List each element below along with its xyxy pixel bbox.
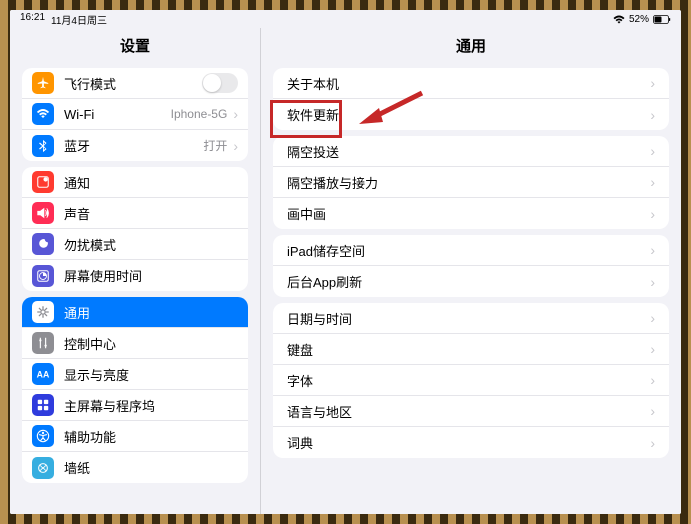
menu-item-label: 词典 — [287, 433, 650, 452]
menu-item[interactable]: 隔空投送› — [273, 136, 669, 167]
chevron-right-icon: › — [650, 174, 655, 190]
menu-item[interactable]: 词典› — [273, 427, 669, 458]
menu-item[interactable]: 画中画› — [273, 198, 669, 229]
sidebar-item-notification[interactable]: 通知 — [22, 167, 248, 198]
sidebar-item-label: 显示与亮度 — [64, 365, 238, 384]
menu-item-label: iPad储存空间 — [287, 241, 650, 260]
sidebar-item-label: 勿扰模式 — [64, 235, 238, 254]
menu-item-label: 关于本机 — [287, 74, 650, 93]
sidebar-item-label: 辅助功能 — [64, 427, 238, 446]
status-time: 16:21 — [20, 12, 45, 27]
battery-icon — [653, 15, 671, 24]
menu-item-label: 软件更新 — [287, 105, 650, 124]
menu-item[interactable]: 字体› — [273, 365, 669, 396]
menu-item-label: 日期与时间 — [287, 309, 650, 328]
menu-item-label: 语言与地区 — [287, 402, 650, 421]
sidebar-item-airplane[interactable]: 飞行模式 — [22, 68, 248, 99]
sidebar-item-accessibility[interactable]: 辅助功能 — [22, 421, 248, 452]
sidebar-item-wifi[interactable]: Wi-FiIphone-5G › — [22, 99, 248, 130]
wifi-icon — [613, 15, 625, 24]
menu-item-label: 后台App刷新 — [287, 272, 650, 291]
menu-item[interactable]: 键盘› — [273, 334, 669, 365]
sidebar-item-screentime[interactable]: 屏幕使用时间 — [22, 260, 248, 291]
menu-item[interactable]: 隔空播放与接力› — [273, 167, 669, 198]
settings-sidebar: 设置 飞行模式 Wi-FiIphone-5G › 蓝牙打开 › 通知声音勿扰模式屏幕使用时… — [10, 28, 260, 514]
menu-item-label: 隔空投送 — [287, 142, 650, 161]
chevron-right-icon: › — [650, 435, 655, 451]
wifi-icon — [32, 103, 54, 125]
sidebar-item-bluetooth[interactable]: 蓝牙打开 › — [22, 130, 248, 161]
bluetooth-icon — [32, 135, 54, 157]
menu-item-label: 字体 — [287, 371, 650, 390]
sidebar-item-label: 通用 — [64, 303, 238, 322]
menu-item[interactable]: 软件更新› — [273, 99, 669, 130]
main-title: 通用 — [261, 28, 681, 62]
sidebar-item-wallpaper[interactable]: 墙纸 — [22, 452, 248, 483]
menu-item-label: 键盘 — [287, 340, 650, 359]
menu-item[interactable]: iPad储存空间› — [273, 235, 669, 266]
chevron-right-icon: › — [233, 138, 238, 154]
status-bar: 16:21 11月4日周三 52% — [10, 10, 681, 28]
menu-item[interactable]: 后台App刷新› — [273, 266, 669, 297]
sound-icon — [32, 202, 54, 224]
control-icon — [32, 332, 54, 354]
sidebar-item-label: 蓝牙 — [64, 136, 203, 155]
svg-text:AA: AA — [37, 370, 50, 380]
chevron-right-icon: › — [650, 206, 655, 222]
toggle-switch[interactable] — [202, 73, 238, 93]
chevron-right-icon: › — [650, 341, 655, 357]
chevron-right-icon: › — [650, 143, 655, 159]
chevron-right-icon: › — [650, 107, 655, 123]
menu-item[interactable]: 语言与地区› — [273, 396, 669, 427]
sidebar-item-dnd[interactable]: 勿扰模式 — [22, 229, 248, 260]
sidebar-item-label: 通知 — [64, 173, 238, 192]
airplane-icon — [32, 72, 54, 94]
sidebar-item-control[interactable]: 控制中心 — [22, 328, 248, 359]
chevron-right-icon: › — [650, 242, 655, 258]
menu-item[interactable]: 日期与时间› — [273, 303, 669, 334]
menu-item-label: 画中画 — [287, 204, 650, 223]
sidebar-title: 设置 — [10, 28, 260, 62]
chevron-right-icon: › — [233, 106, 238, 122]
dnd-icon — [32, 233, 54, 255]
chevron-right-icon: › — [650, 310, 655, 326]
status-date: 11月4日周三 — [51, 12, 107, 27]
home-icon — [32, 394, 54, 416]
menu-item-label: 隔空播放与接力 — [287, 173, 650, 192]
sidebar-item-display[interactable]: AA 显示与亮度 — [22, 359, 248, 390]
sidebar-item-label: 墙纸 — [64, 458, 238, 477]
sidebar-item-detail: Iphone-5G — [171, 107, 228, 121]
sidebar-item-label: 屏幕使用时间 — [64, 266, 238, 285]
screentime-icon — [32, 265, 54, 287]
chevron-right-icon: › — [650, 372, 655, 388]
sidebar-item-label: Wi-Fi — [64, 107, 171, 122]
sidebar-item-label: 飞行模式 — [64, 74, 202, 93]
accessibility-icon — [32, 425, 54, 447]
battery-percent: 52% — [629, 14, 649, 25]
sidebar-item-home[interactable]: 主屏幕与程序坞 — [22, 390, 248, 421]
chevron-right-icon: › — [650, 403, 655, 419]
sidebar-item-sound[interactable]: 声音 — [22, 198, 248, 229]
general-panel: 通用 关于本机›软件更新›隔空投送›隔空播放与接力›画中画›iPad储存空间›后… — [260, 28, 681, 514]
wallpaper-icon — [32, 457, 54, 479]
menu-item[interactable]: 关于本机› — [273, 68, 669, 99]
chevron-right-icon: › — [650, 274, 655, 290]
sidebar-item-label: 声音 — [64, 204, 238, 223]
sidebar-item-detail: 打开 — [203, 137, 227, 154]
chevron-right-icon: › — [650, 75, 655, 91]
sidebar-item-general[interactable]: 通用 — [22, 297, 248, 328]
sidebar-item-label: 主屏幕与程序坞 — [64, 396, 238, 415]
sidebar-item-label: 控制中心 — [64, 334, 238, 353]
notification-icon — [32, 171, 54, 193]
general-icon — [32, 301, 54, 323]
display-icon: AA — [32, 363, 54, 385]
